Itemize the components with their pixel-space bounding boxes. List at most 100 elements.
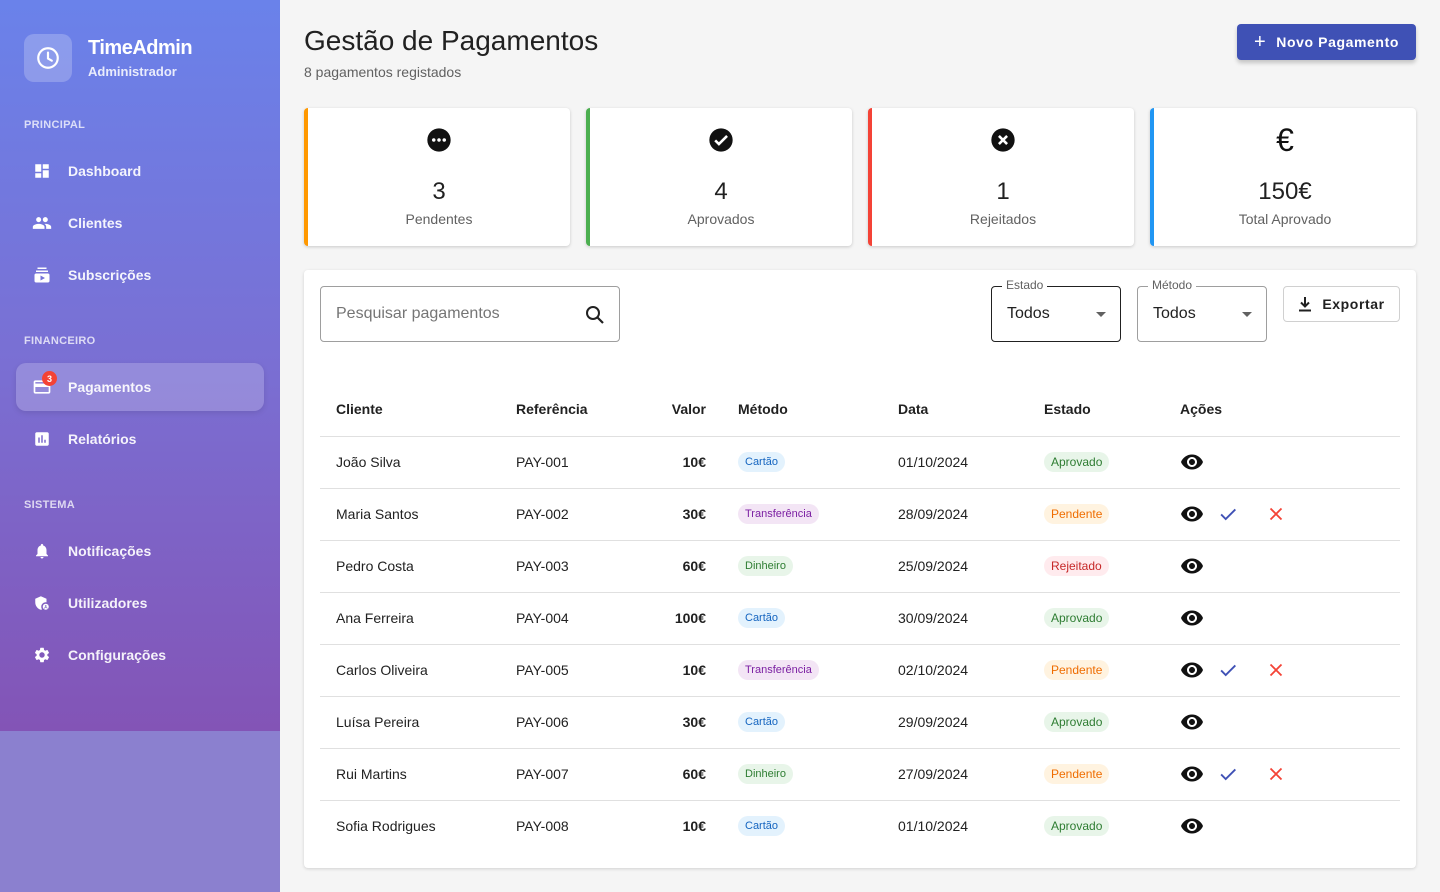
column-header-estado[interactable]: Estado — [1028, 382, 1164, 437]
cell-estado: Aprovado — [1028, 800, 1164, 852]
metodo-chip: Transferência — [738, 660, 819, 680]
column-header-cliente[interactable]: Cliente — [320, 382, 500, 437]
sidebar-item-configuracoes[interactable]: Configurações — [16, 631, 264, 679]
reject-icon[interactable] — [1252, 754, 1300, 794]
sidebar-item-clientes[interactable]: Clientes — [16, 199, 264, 247]
search-icon[interactable] — [583, 303, 607, 327]
cell-cliente: Luísa Pereira — [320, 696, 500, 749]
cell-metodo: Transferência — [722, 488, 882, 541]
new-payment-button[interactable]: + Novo Pagamento — [1237, 24, 1416, 60]
sidebar-item-dashboard[interactable]: Dashboard — [16, 147, 264, 195]
view-icon[interactable] — [1180, 598, 1204, 638]
estado-select-value: Todos — [1007, 305, 1050, 322]
column-header-valor[interactable]: Valor — [624, 382, 722, 437]
search-input[interactable] — [336, 287, 576, 341]
payment-card-icon: 3 — [32, 371, 57, 397]
estado-select[interactable]: Estado Todos — [991, 278, 1121, 342]
export-button[interactable]: Exportar — [1283, 286, 1400, 322]
table-header-row: Cliente Referência Valor Método Data Est… — [320, 382, 1400, 437]
stat-value: 150€ — [1258, 178, 1312, 205]
table-row: Carlos Oliveira PAY-005 10€ Transferência 02… — [320, 644, 1400, 697]
sidebar-item-utilizadores[interactable]: Utilizadores — [16, 579, 264, 627]
sidebar-item-relatorios[interactable]: Relatórios — [16, 415, 264, 463]
cell-referencia: PAY-005 — [500, 644, 624, 697]
view-icon[interactable] — [1180, 442, 1204, 482]
sidebar-item-notificacoes[interactable]: Notificações — [16, 527, 264, 575]
cell-acoes — [1164, 644, 1400, 697]
view-icon[interactable] — [1180, 546, 1204, 586]
section-label-financeiro: FINANCEIRO — [24, 335, 96, 347]
stat-label: Rejeitados — [969, 211, 1037, 227]
cell-data: 02/10/2024 — [882, 644, 1028, 697]
payments-card: Estado Todos Método Todos Exportar Clien… — [304, 270, 1416, 868]
stat-card-aprovados: 4 Aprovados — [586, 108, 852, 246]
sidebar-item-label: Utilizadores — [68, 595, 148, 611]
cell-estado: Pendente — [1028, 748, 1164, 801]
cell-cliente: Pedro Costa — [320, 540, 500, 593]
column-header-referencia[interactable]: Referência — [500, 382, 624, 437]
table-row: Sofia Rodrigues PAY-008 10€ Cartão 01/10/202… — [320, 800, 1400, 852]
cell-metodo: Cartão — [722, 592, 882, 645]
admin-user-icon — [32, 593, 52, 613]
bar-chart-icon — [32, 429, 52, 449]
sidebar-item-label: Relatórios — [68, 431, 137, 447]
download-icon — [1299, 297, 1312, 312]
cell-cliente: Sofia Rodrigues — [336, 818, 436, 835]
view-icon[interactable] — [1180, 650, 1204, 690]
brand: TimeAdmin Administrador — [24, 34, 193, 82]
section-label-principal: PRINCIPAL — [24, 119, 86, 131]
reject-icon[interactable] — [1252, 650, 1300, 690]
sidebar-item-pagamentos[interactable]: 3 Pagamentos — [16, 363, 264, 411]
column-header-data[interactable]: Data — [882, 382, 1028, 437]
row-actions — [1180, 442, 1384, 482]
cell-data: 27/09/2024 — [882, 748, 1028, 801]
column-header-metodo[interactable]: Método — [722, 382, 882, 437]
stat-label: Aprovados — [687, 211, 755, 227]
table-row: Luísa Pereira PAY-006 30€ Cartão 29/09/2024 A… — [320, 696, 1400, 749]
view-icon[interactable] — [1180, 754, 1204, 794]
notification-badge: 3 — [42, 371, 57, 386]
approve-icon[interactable] — [1204, 650, 1252, 690]
cell-metodo: Cartão — [722, 436, 882, 489]
cell-referencia: PAY-008 — [516, 818, 569, 835]
page-subtitle: 8 pagamentos registados — [304, 64, 462, 80]
cell-acoes — [1164, 488, 1400, 541]
column-header-acoes: Ações — [1164, 382, 1400, 437]
approve-icon[interactable] — [1204, 754, 1252, 794]
cell-valor: 30€ — [624, 696, 722, 749]
row-actions — [1180, 598, 1384, 638]
cell-acoes — [1164, 748, 1400, 801]
table-row: Ana Ferreira PAY-004 100€ Cartão 30/09/2024 A… — [320, 592, 1400, 645]
view-icon[interactable] — [1180, 806, 1204, 846]
cell-data: 25/09/2024 — [882, 540, 1028, 593]
subscriptions-icon — [32, 265, 52, 285]
stat-label: Pendentes — [405, 211, 473, 227]
sidebar-item-label: Dashboard — [68, 163, 142, 179]
stat-card-pendentes: 3 Pendentes — [304, 108, 570, 246]
page-title: Gestão de Pagamentos — [304, 25, 599, 56]
row-actions — [1180, 754, 1384, 794]
view-icon[interactable] — [1180, 494, 1204, 534]
cancel-circle-icon — [989, 126, 1017, 154]
cell-referencia: PAY-002 — [500, 488, 624, 541]
cell-cliente: Ana Ferreira — [320, 592, 500, 645]
check-circle-icon — [707, 126, 735, 154]
approve-icon[interactable] — [1204, 494, 1252, 534]
stat-label: Total Aprovado — [1238, 211, 1332, 227]
sidebar-item-subscricoes[interactable]: Subscrições — [16, 251, 264, 299]
metodo-select[interactable]: Método Todos — [1137, 278, 1267, 342]
cell-data: 30/09/2024 — [882, 592, 1028, 645]
search-field[interactable] — [320, 286, 620, 342]
view-icon[interactable] — [1180, 702, 1204, 742]
clock-icon — [24, 34, 72, 82]
metodo-select-label: Método — [1148, 278, 1197, 292]
cell-metodo: Dinheiro — [722, 540, 882, 593]
metodo-chip: Transferência — [738, 504, 819, 524]
metodo-chip: Cartão — [738, 608, 786, 628]
export-label: Exportar — [1322, 296, 1385, 312]
bell-icon — [32, 541, 52, 561]
reject-icon[interactable] — [1252, 494, 1300, 534]
metodo-chip: Dinheiro — [738, 556, 793, 576]
cell-estado: Aprovado — [1028, 696, 1164, 749]
table-row: João Silva PAY-001 10€ Cartão 01/10/2024 Apro… — [320, 436, 1400, 489]
